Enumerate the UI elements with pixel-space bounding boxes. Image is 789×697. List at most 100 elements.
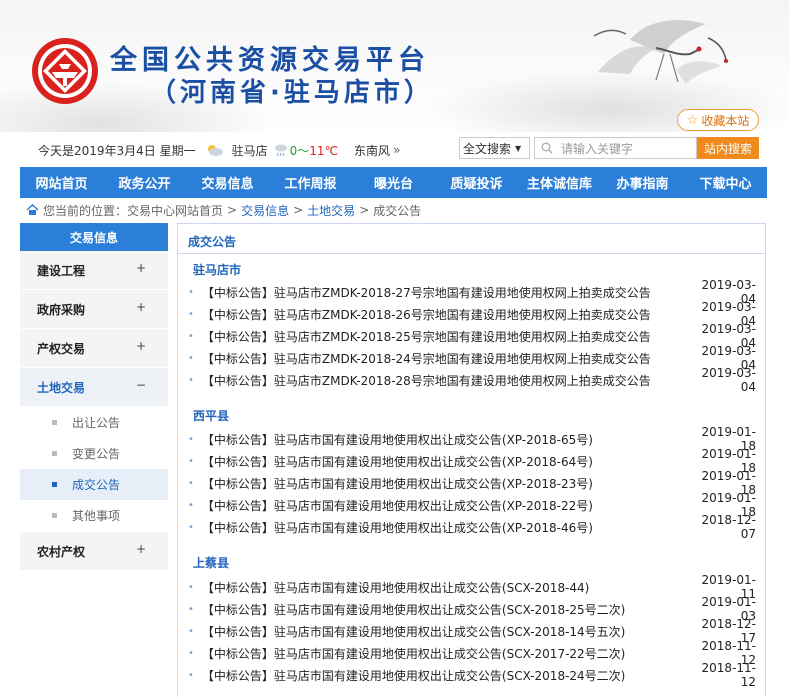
logo-icon [32,38,98,104]
list-item-title[interactable]: 【中标公告】驻马店市ZMDK-2018-27号宗地国有建设用地使用权网上拍卖成交… [202,284,688,301]
nav-item-gov-affairs[interactable]: 政务公开 [103,167,186,198]
site-header: 全国公共资源交易平台 （河南省·驻马店市） ☆ 收藏本站 [0,0,789,132]
nav-item-downloads[interactable]: 下载中心 [684,167,767,198]
list-item-title[interactable]: 【中标公告】驻马店市国有建设用地使用权出让成交公告(XP-2018-65号) [202,431,688,448]
bullet-icon: • [188,374,194,386]
sidebar-sub-label: 成交公告 [72,478,121,492]
bullet-icon [52,420,57,425]
bullet-icon: • [188,625,194,637]
bullet-icon: • [188,352,194,364]
chevron-down-icon: ▼ [515,143,522,153]
bullet-icon: • [188,669,194,681]
list-item-title[interactable]: 【中标公告】驻马店市国有建设用地使用权出让成交公告(SCX-2018-24号二次… [202,667,688,684]
sidebar-sub-label: 出让公告 [72,416,121,430]
sidebar-item-land[interactable]: 土地交易 − [20,368,168,407]
list-item[interactable]: • 【中标公告】驻马店市国有建设用地使用权出让成交公告(XP-2018-22号) 2… [188,491,756,519]
rain-icon [274,144,287,157]
sidebar-item-property[interactable]: 产权交易 + [20,329,168,368]
list-item-title[interactable]: 【中标公告】驻马店市国有建设用地使用权出让成交公告(SCX-2018-44) [202,579,688,596]
list-item[interactable]: • 【中标公告】驻马店市ZMDK-2018-24号宗地国有建设用地使用权网上拍卖成… [188,344,756,372]
sidebar-item-label: 农村产权 [37,544,86,559]
list-item-title[interactable]: 【中标公告】驻马店市ZMDK-2018-28号宗地国有建设用地使用权网上拍卖成交… [202,372,688,389]
search-type-value: 全文搜索 [463,141,512,156]
sidebar-item-rural[interactable]: 农村产权 + [20,532,168,571]
sidebar-item-construction[interactable]: 建设工程 + [20,251,168,290]
list-item-title[interactable]: 【中标公告】驻马店市国有建设用地使用权出让成交公告(XP-2018-22号) [202,497,688,514]
nav-item-complaints[interactable]: 质疑投诉 [435,167,518,198]
wind-direction: 东南风 [354,143,391,158]
list-item[interactable]: • 【中标公告】驻马店市国有建设用地使用权出让成交公告(XP-2018-46号) 2… [188,513,756,541]
site-search-button[interactable]: 站内搜索 [697,137,759,159]
expand-icon: + [135,300,146,314]
nav-item-home[interactable]: 网站首页 [20,167,103,198]
bullet-icon: • [188,603,194,615]
bullet-icon: • [188,286,194,298]
list-item-title[interactable]: 【中标公告】驻马店市ZMDK-2018-25号宗地国有建设用地使用权网上拍卖成交… [202,328,688,345]
list-item[interactable]: • 【中标公告】驻马店市ZMDK-2018-28号宗地国有建设用地使用权网上拍卖成… [188,366,756,394]
list-item-title[interactable]: 【中标公告】驻马店市国有建设用地使用权出让成交公告(SCX-2018-25号二次… [202,601,688,618]
list-item[interactable]: • 【中标公告】驻马店市ZMDK-2018-27号宗地国有建设用地使用权网上拍卖成… [188,278,756,306]
breadcrumb-current: 成交公告 [373,203,422,218]
section-title-shangcai[interactable]: 上蔡县 [193,554,229,571]
nav-item-weekly-report[interactable]: 工作周报 [269,167,352,198]
list-item[interactable]: • 【中标公告】驻马店市国有建设用地使用权出让成交公告(XP-2018-65号) 2… [188,425,756,453]
breadcrumb-trade-info[interactable]: 交易信息 [241,202,289,219]
list-item-title[interactable]: 【中标公告】驻马店市国有建设用地使用权出让成交公告(SCX-2018-14号五次… [202,623,688,640]
list-item[interactable]: • 【中标公告】驻马店市国有建设用地使用权出让成交公告(SCX-2018-24号二… [188,661,756,689]
list-item-title[interactable]: 【中标公告】驻马店市ZMDK-2018-26号宗地国有建设用地使用权网上拍卖成交… [202,306,688,323]
bullet-icon: • [188,455,194,467]
sidebar-sub-deal-notice[interactable]: 成交公告 [20,469,168,500]
section-title-zhumadian[interactable]: 驻马店市 [193,261,241,278]
list-item-date: 2019-03-04 [701,366,756,394]
breadcrumb-sep: > [293,203,304,217]
sidebar-item-procurement[interactable]: 政府采购 + [20,290,168,329]
breadcrumb-home[interactable]: 交易中心网站首页 [127,202,223,219]
breadcrumb-sep: > [227,203,238,217]
nav-item-exposure[interactable]: 曝光台 [352,167,435,198]
search-type-select[interactable]: 全文搜索 ▼ [459,137,530,159]
section-title-xiping[interactable]: 西平县 [193,407,229,424]
sidebar-item-label: 土地交易 [37,380,86,395]
sidebar: 交易信息 建设工程 + 政府采购 + 产权交易 + 土地交易 − 出让公告 变更… [20,223,168,697]
list-item-title[interactable]: 【中标公告】驻马店市国有建设用地使用权出让成交公告(XP-2018-64号) [202,453,688,470]
list-item[interactable]: • 【中标公告】驻马店市ZMDK-2018-25号宗地国有建设用地使用权网上拍卖成… [188,322,756,350]
list-item-title[interactable]: 【中标公告】驻马店市国有建设用地使用权出让成交公告(SCX-2017-22号二次… [202,645,688,662]
title-divider [178,253,765,254]
list-item[interactable]: • 【中标公告】驻马店市国有建设用地使用权出让成交公告(SCX-2018-25号二… [188,595,756,623]
star-icon: ☆ [686,112,699,128]
list-item-title[interactable]: 【中标公告】驻马店市ZMDK-2018-24号宗地国有建设用地使用权网上拍卖成交… [202,350,688,367]
bullet-icon [52,513,57,518]
expand-icon: + [135,339,146,353]
list-item-title[interactable]: 【中标公告】驻马店市国有建设用地使用权出让成交公告(XP-2018-46号) [202,519,688,536]
nav-item-credit-db[interactable]: 主体诚信库 [518,167,601,198]
sidebar-sub-transfer-notice[interactable]: 出让公告 [20,407,168,438]
nav-item-guide[interactable]: 办事指南 [601,167,684,198]
info-bar: 今天是2019年3月4日 星期一 驻马店 0～11℃ 东南风 » [38,140,400,160]
expand-icon: + [135,261,146,275]
page-title: 成交公告 [188,235,237,249]
bullet-icon: • [188,330,194,342]
list-item[interactable]: • 【中标公告】驻马店市国有建设用地使用权出让成交公告(SCX-2017-22号二… [188,639,756,667]
search-placeholder: 请输入关键字 [561,141,634,156]
list-item[interactable]: • 【中标公告】驻马店市国有建设用地使用权出让成交公告(XP-2018-64号) 2… [188,447,756,475]
list-item[interactable]: • 【中标公告】驻马店市ZMDK-2018-26号宗地国有建设用地使用权网上拍卖成… [188,300,756,328]
sidebar-sub-change-notice[interactable]: 变更公告 [20,438,168,469]
bullet-icon: • [188,499,194,511]
nav-item-trade-info[interactable]: 交易信息 [186,167,269,198]
cloudy-weather-icon [207,145,223,156]
list-item[interactable]: • 【中标公告】驻马店市国有建设用地使用权出让成交公告(SCX-2018-14号五… [188,617,756,645]
breadcrumb: 您当前的位置： 交易中心网站首页 > 交易信息 > 土地交易 > 成交公告 [26,202,421,218]
list-item[interactable]: • 【中标公告】驻马店市国有建设用地使用权出让成交公告(SCX-2018-44) 2… [188,573,756,601]
bullet-icon [52,451,57,456]
collapse-icon: − [135,378,146,392]
sidebar-item-label: 政府采购 [37,302,86,317]
search-input[interactable]: 请输入关键字 [534,137,697,159]
sidebar-sub-other[interactable]: 其他事项 [20,500,168,531]
wind-arrow: » [393,143,401,157]
favorite-button[interactable]: ☆ 收藏本站 [677,109,759,131]
list-item[interactable]: • 【中标公告】驻马店市国有建设用地使用权出让成交公告(XP-2018-23号) 2… [188,469,756,497]
breadcrumb-land-trade[interactable]: 土地交易 [307,202,355,219]
list-item-title[interactable]: 【中标公告】驻马店市国有建设用地使用权出让成交公告(XP-2018-23号) [202,475,688,492]
sidebar-item-label: 建设工程 [37,263,86,278]
expand-icon: + [135,542,146,556]
